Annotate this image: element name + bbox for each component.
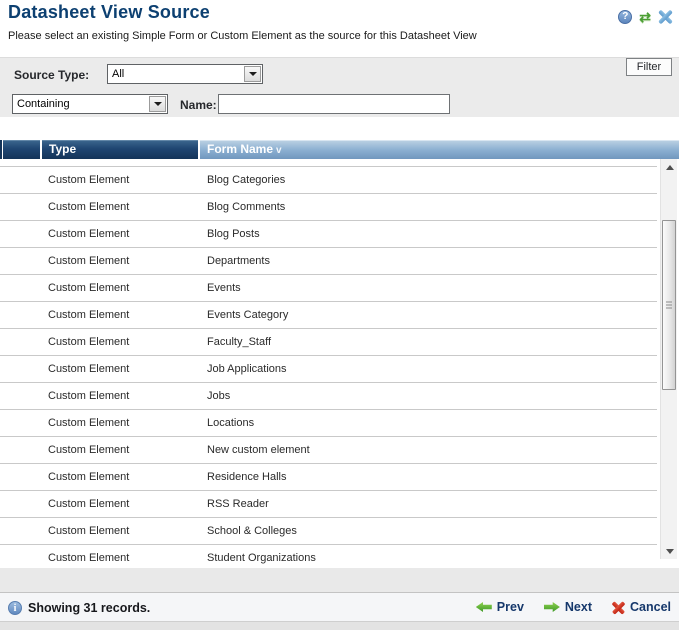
row-type-cell: Custom Element bbox=[0, 498, 159, 510]
row-type-cell: Custom Element bbox=[0, 255, 159, 267]
prev-button[interactable]: Prev bbox=[476, 600, 524, 614]
row-type-cell: Custom Element bbox=[0, 552, 159, 564]
row-form-name-cell: Student Organizations bbox=[159, 552, 316, 564]
table-row[interactable]: Custom Element Job Applications bbox=[0, 356, 657, 383]
row-type-cell: Custom Element bbox=[0, 309, 159, 321]
page-bottom-strip bbox=[0, 622, 679, 630]
footer-bar: i Showing 31 records. Prev Next Cancel bbox=[0, 592, 679, 622]
table-row[interactable]: Custom Element Blog bbox=[0, 159, 657, 167]
grid-rows: Custom Element Blog Custom Element Blog … bbox=[0, 159, 657, 568]
row-form-name-cell: Locations bbox=[159, 417, 254, 429]
grid-bottom-filler bbox=[0, 568, 679, 592]
row-type-cell: Custom Element bbox=[0, 174, 159, 186]
grid-viewport: Custom Element Blog Custom Element Blog … bbox=[0, 159, 679, 568]
row-form-name-cell: Job Applications bbox=[159, 363, 287, 375]
name-label: Name: bbox=[180, 98, 217, 112]
row-form-name-cell: Events Category bbox=[159, 309, 288, 321]
row-form-name-cell: Events bbox=[159, 282, 241, 294]
table-row[interactable]: Custom Element Events Category bbox=[0, 302, 657, 329]
dialog-subtitle: Please select an existing Simple Form or… bbox=[8, 30, 477, 42]
match-mode-select[interactable]: Containing bbox=[12, 94, 168, 114]
type-column-header[interactable]: Type bbox=[42, 140, 198, 159]
row-form-name-cell: Blog Comments bbox=[159, 201, 285, 213]
form-name-column-label: Form Name bbox=[207, 142, 273, 156]
chevron-down-icon[interactable] bbox=[244, 66, 261, 82]
cancel-x-icon bbox=[612, 601, 625, 614]
row-type-cell: Custom Element bbox=[0, 201, 159, 213]
next-label: Next bbox=[565, 600, 592, 614]
sort-descending-icon: v bbox=[276, 145, 282, 156]
source-type-select[interactable]: All bbox=[107, 64, 263, 84]
chevron-down-icon[interactable] bbox=[149, 96, 166, 112]
table-row[interactable]: Custom Element Blog Categories bbox=[0, 167, 657, 194]
info-icon: i bbox=[8, 601, 22, 615]
row-form-name-cell: Blog Posts bbox=[159, 228, 260, 240]
row-type-cell: Custom Element bbox=[0, 471, 159, 483]
record-count-status: Showing 31 records. bbox=[28, 601, 150, 615]
row-form-name-cell: New custom element bbox=[159, 444, 310, 456]
prev-label: Prev bbox=[497, 600, 524, 614]
match-mode-selected-value: Containing bbox=[17, 98, 147, 110]
vertical-scrollbar[interactable] bbox=[660, 159, 677, 559]
table-row[interactable]: Custom Element Blog Posts bbox=[0, 221, 657, 248]
scroll-up-arrow-icon[interactable] bbox=[661, 159, 678, 175]
page-title: Datasheet View Source bbox=[8, 2, 210, 23]
table-row[interactable]: Custom Element Faculty_Staff bbox=[0, 329, 657, 356]
row-type-cell: Custom Element bbox=[0, 390, 159, 402]
arrow-right-icon bbox=[544, 602, 560, 612]
row-form-name-cell: Blog Categories bbox=[159, 174, 285, 186]
name-input[interactable] bbox=[218, 94, 450, 114]
next-button[interactable]: Next bbox=[544, 600, 592, 614]
close-icon[interactable] bbox=[658, 9, 673, 24]
scrollbar-thumb[interactable] bbox=[662, 220, 676, 390]
row-type-cell: Custom Element bbox=[0, 363, 159, 375]
type-column-label: Type bbox=[49, 142, 76, 156]
filter-button[interactable]: Filter bbox=[626, 58, 672, 76]
table-row[interactable]: Custom Element Student Organizations bbox=[0, 545, 657, 568]
row-type-cell: Custom Element bbox=[0, 228, 159, 240]
table-row[interactable]: Custom Element Locations bbox=[0, 410, 657, 437]
row-type-cell: Custom Element bbox=[0, 444, 159, 456]
table-row[interactable]: Custom Element Blog Comments bbox=[0, 194, 657, 221]
row-type-cell: Custom Element bbox=[0, 336, 159, 348]
row-form-name-cell: Residence Halls bbox=[159, 471, 286, 483]
table-row[interactable]: Custom Element New custom element bbox=[0, 437, 657, 464]
table-row[interactable]: Custom Element RSS Reader bbox=[0, 491, 657, 518]
footer-nav: Prev Next Cancel bbox=[476, 593, 671, 621]
table-row[interactable]: Custom Element School & Colleges bbox=[0, 518, 657, 545]
form-name-column-header[interactable]: Form Namev bbox=[200, 140, 679, 159]
row-form-name-cell: RSS Reader bbox=[159, 498, 269, 510]
source-type-selected-value: All bbox=[112, 68, 242, 80]
scroll-down-arrow-icon[interactable] bbox=[661, 543, 678, 559]
row-type-cell: Custom Element bbox=[0, 282, 159, 294]
table-row[interactable]: Custom Element Departments bbox=[0, 248, 657, 275]
source-type-label: Source Type: bbox=[14, 68, 89, 82]
table-row[interactable]: Custom Element Residence Halls bbox=[0, 464, 657, 491]
row-form-name-cell: Departments bbox=[159, 255, 270, 267]
row-form-name-cell: Faculty_Staff bbox=[159, 336, 271, 348]
row-type-cell: Custom Element bbox=[0, 417, 159, 429]
refresh-icon[interactable]: ⇄ bbox=[639, 10, 651, 24]
title-icons: ? ⇄ bbox=[618, 9, 673, 24]
filter-panel: Source Type: All Filter Containing Name: bbox=[0, 57, 679, 117]
cancel-button[interactable]: Cancel bbox=[612, 600, 671, 614]
select-column-header bbox=[3, 140, 40, 159]
row-form-name-cell: Jobs bbox=[159, 390, 230, 402]
row-type-cell: Custom Element bbox=[0, 525, 159, 537]
table-row[interactable]: Custom Element Events bbox=[0, 275, 657, 302]
cancel-label: Cancel bbox=[630, 600, 671, 614]
row-form-name-cell: School & Colleges bbox=[159, 525, 297, 537]
grid-header: Type Form Namev bbox=[0, 140, 679, 159]
help-icon[interactable]: ? bbox=[618, 10, 632, 24]
arrow-left-icon bbox=[476, 602, 492, 612]
table-row[interactable]: Custom Element Jobs bbox=[0, 383, 657, 410]
